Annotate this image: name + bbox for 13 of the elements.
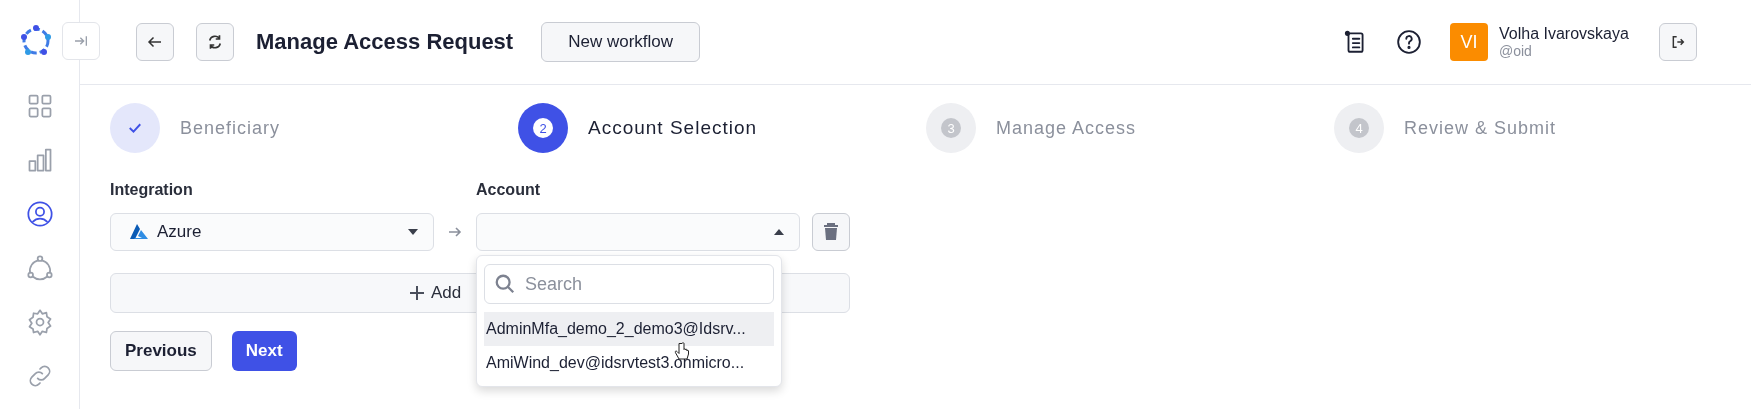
step-label: Beneficiary [180, 117, 281, 139]
step-number: 4 [1349, 118, 1369, 138]
step-number: 3 [941, 118, 961, 138]
user-handle: @oid [1499, 43, 1533, 59]
step-label: Review & Submit [1404, 117, 1557, 139]
user-avatar: VI [1450, 23, 1488, 61]
step-number: 2 [533, 118, 553, 138]
step-label: Account Selection [588, 117, 758, 139]
account-label: Account [476, 181, 541, 199]
page-title: Manage Access Request [256, 29, 514, 55]
integration-label: Integration [110, 181, 194, 199]
user-name: Volha Ivarovskaya [1499, 25, 1630, 43]
step-label: Manage Access [996, 117, 1137, 139]
